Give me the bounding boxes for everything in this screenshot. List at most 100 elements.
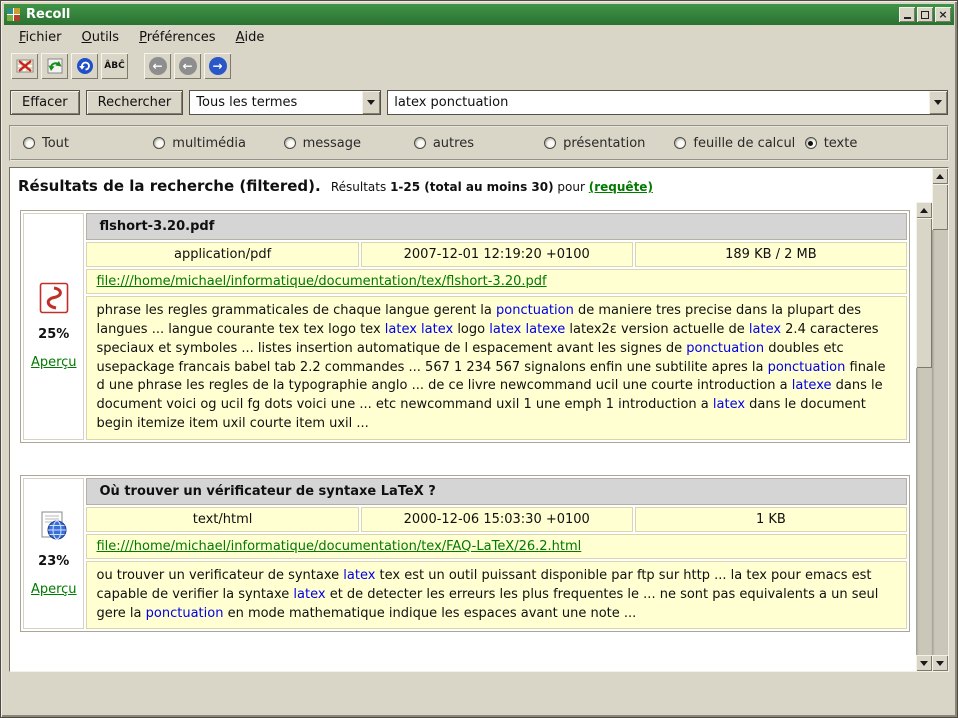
radio-button[interactable] [414,137,426,149]
search-row: Effacer Rechercher Tous les termes [4,82,954,122]
result-title: Où trouver un vérificateur de syntaxe La… [86,478,907,505]
result-entry: 25% Aperçu flshort-3.20.pdf application/… [20,210,910,443]
index-update-icon [45,56,65,76]
previous-page-arrow-icon: ← [179,57,197,75]
first-page-button[interactable]: ← [144,53,171,79]
maximize-button[interactable] [917,7,933,22]
results-header: Résultats de la recherche (filtered). Ré… [10,168,932,202]
results-range: 1-25 (total au moins 30) [390,180,554,194]
search-mode-combobox[interactable]: Tous les termes [189,90,381,115]
scrollbar-track[interactable] [916,368,932,655]
search-mode-value: Tous les termes [190,91,362,114]
query-details-link[interactable]: (requête) [589,180,653,194]
menu-preferences[interactable]: Préférences [130,27,224,48]
relevance-percent: 23% [38,554,69,569]
clear-button[interactable]: Effacer [10,90,80,115]
radio-button[interactable] [153,137,165,149]
clear-search-button[interactable] [11,53,38,79]
scroll-down-button[interactable] [916,655,932,671]
result-mime: application/pdf [86,242,358,267]
search-query-input[interactable] [388,91,929,114]
radio-button[interactable] [805,137,817,149]
results-summary: Résultats 1-25 (total au moins 30) pour … [331,180,653,194]
filter-message[interactable]: message [284,136,414,151]
results-area: Résultats de la recherche (filtered). Ré… [9,167,949,672]
toolbar: ÂBĈ ← ← → [4,49,954,82]
scroll-up-button[interactable] [916,202,932,218]
result-size: 189 KB / 2 MB [635,242,907,267]
titlebar[interactable]: Recoll × [4,4,954,25]
result-url-link[interactable]: file:///home/michael/informatique/docume… [96,539,581,554]
query-history-dropdown-button[interactable] [929,91,947,114]
result-title: flshort-3.20.pdf [86,213,907,240]
pdf-icon [39,282,69,314]
maximize-icon [921,11,929,19]
window-buttons: × [899,7,951,22]
arrow-down-icon [936,661,944,666]
menubar: Fichier Outils Préférences Aide [4,25,954,49]
toolbar-group-main: ÂBĈ [10,52,129,80]
scroll-up-button[interactable] [932,168,948,184]
term-explorer-button[interactable]: ÂBĈ [101,53,128,79]
radio-button[interactable] [544,137,556,149]
prev-page-button[interactable]: ← [174,53,201,79]
result-entry: 23% Aperçu Où trouver un vérificateur de… [20,475,910,633]
recoll-window: Recoll × Fichier Outils Préférences Aide [0,0,958,718]
next-page-arrow-icon: → [209,57,227,75]
results-body: 25% Aperçu flshort-3.20.pdf application/… [10,202,932,671]
results-list-scrollbar[interactable] [916,202,932,671]
query-combobox[interactable] [387,90,948,115]
search-mode-dropdown-button[interactable] [362,91,380,114]
table-clear-icon [15,56,35,76]
close-button[interactable]: × [935,7,951,22]
toolbar-group-nav: ← ← → [143,52,232,80]
window-title: Recoll [26,7,893,22]
result-url-link[interactable]: file:///home/michael/informatique/docume… [96,274,546,289]
result-mime: text/html [86,507,358,532]
relevance-percent: 25% [38,327,69,342]
update-index-button[interactable] [41,53,68,79]
arrow-up-icon [936,174,944,179]
chevron-down-icon [367,100,375,105]
minimize-button[interactable] [899,7,915,22]
results-view-scrollbar[interactable] [932,168,948,671]
radio-button[interactable] [674,137,686,149]
filter-tout[interactable]: Tout [23,136,153,151]
minimize-icon [904,17,911,19]
search-button[interactable]: Rechercher [86,90,184,115]
preview-link[interactable]: Aperçu [31,582,77,597]
arrow-down-icon [920,661,928,666]
result-date: 2000-12-06 15:03:30 +0100 [361,507,633,532]
filter-presentation[interactable]: présentation [544,136,674,151]
preview-link[interactable]: Aperçu [31,355,77,370]
menu-aide[interactable]: Aide [227,27,274,48]
scrollbar-track[interactable] [932,230,948,655]
scrollbar-thumb[interactable] [932,184,948,230]
menu-outils[interactable]: Outils [73,27,129,48]
doc-category-filter-panel: Tout multimédia message autres présentat… [9,125,949,161]
result-abstract: ou trouver un verificateur de syntaxe la… [86,561,907,630]
scrollbar-thumb[interactable] [916,218,932,368]
scroll-down-button[interactable] [932,655,948,671]
run-query-button[interactable] [71,53,98,79]
result-date: 2007-12-01 12:19:20 +0100 [361,242,633,267]
html-page-icon [40,511,68,541]
filter-feuille-de-calcul[interactable]: feuille de calcul [674,136,804,151]
results-list: 25% Aperçu flshort-3.20.pdf application/… [10,202,916,671]
filter-autres[interactable]: autres [414,136,544,151]
filter-multimedia[interactable]: multimédia [153,136,283,151]
radio-button[interactable] [284,137,296,149]
results-view: Résultats de la recherche (filtered). Ré… [10,168,932,671]
filter-texte[interactable]: texte [805,136,935,151]
first-page-arrow-icon: ← [149,57,167,75]
abc-term-explorer-icon: ÂBĈ [104,61,124,71]
run-query-icon [75,56,95,76]
result-abstract: phrase les regles grammaticales de chaqu… [86,296,907,440]
status-bar [4,672,954,714]
chevron-down-icon [934,100,942,105]
menu-fichier[interactable]: Fichier [10,27,71,48]
next-page-button[interactable]: → [204,53,231,79]
radio-button[interactable] [23,137,35,149]
app-icon [7,8,20,21]
result-size: 1 KB [635,507,907,532]
